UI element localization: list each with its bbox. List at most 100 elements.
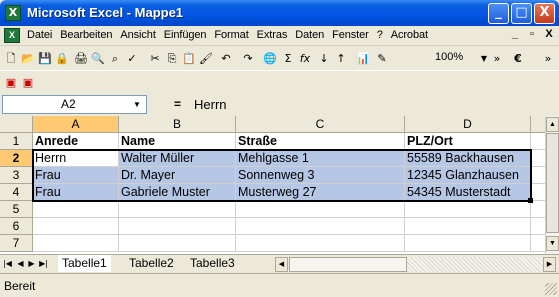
- menu-item-daten[interactable]: Daten: [291, 29, 328, 41]
- hyperlink-icon[interactable]: 🌐: [262, 51, 278, 67]
- cell-a3[interactable]: Frau: [33, 167, 119, 184]
- cell-e1[interactable]: [531, 133, 545, 150]
- vertical-scrollbar[interactable]: ▲ ▼: [545, 116, 559, 254]
- cell-c5[interactable]: [236, 201, 405, 218]
- menu-item-einfügen[interactable]: Einfügen: [160, 29, 211, 41]
- convert-and-email-icon[interactable]: ▣: [20, 75, 36, 91]
- format-painter-icon[interactable]: 🖌: [198, 51, 214, 67]
- cell-e6[interactable]: [531, 218, 545, 235]
- cell-b6[interactable]: [119, 218, 236, 235]
- cell-b4[interactable]: Gabriele Muster: [119, 184, 236, 201]
- doc-close-button[interactable]: X: [541, 28, 557, 43]
- cell-e3[interactable]: [531, 167, 545, 184]
- workbook-icon[interactable]: X: [4, 28, 20, 43]
- cell-a1[interactable]: Anrede: [33, 133, 119, 150]
- scroll-left-icon[interactable]: ◀: [275, 257, 288, 272]
- save-icon[interactable]: 💾: [37, 51, 53, 67]
- cut-icon[interactable]: ✂: [147, 51, 163, 67]
- row-header-7[interactable]: 7: [0, 235, 33, 252]
- name-box[interactable]: A2: [2, 95, 147, 114]
- menu-item-help[interactable]: ?: [373, 29, 387, 41]
- research-icon[interactable]: ⌕: [107, 51, 123, 67]
- cell-a7[interactable]: [33, 235, 119, 252]
- print-icon[interactable]: 🖨: [73, 51, 89, 67]
- menu-item-bearbeiten[interactable]: Bearbeiten: [56, 29, 116, 41]
- cell-b3[interactable]: Dr. Mayer: [119, 167, 236, 184]
- row-header-1[interactable]: 1: [0, 133, 33, 150]
- chevron-down-icon[interactable]: ▼: [130, 97, 144, 112]
- column-header-a[interactable]: A: [33, 116, 119, 133]
- toolbar-overflow-icon[interactable]: »: [540, 51, 556, 67]
- cell-e2[interactable]: [531, 150, 545, 167]
- menu-item-extras[interactable]: Extras: [253, 29, 292, 41]
- row-header-5[interactable]: 5: [0, 201, 33, 218]
- scroll-up-icon[interactable]: ▲: [546, 117, 559, 132]
- menu-item-ansicht[interactable]: Ansicht: [116, 29, 159, 41]
- cell-a5[interactable]: [33, 201, 119, 218]
- cell-d7[interactable]: [405, 235, 531, 252]
- new-icon[interactable]: 🗋: [3, 51, 19, 67]
- cell-c6[interactable]: [236, 218, 405, 235]
- sheet-tab-tabelle2[interactable]: Tabelle2: [125, 255, 178, 272]
- cell-c3[interactable]: Sonnenweg 3: [236, 167, 405, 184]
- maximize-button[interactable]: □: [511, 3, 532, 24]
- column-header-c[interactable]: C: [236, 116, 405, 133]
- cell-a2[interactable]: Herrn: [33, 150, 119, 167]
- scroll-down-icon[interactable]: ▼: [546, 236, 559, 251]
- row-header-3[interactable]: 3: [0, 167, 33, 184]
- doc-restore-button[interactable]: ▫: [524, 28, 540, 43]
- menu-item-fenster[interactable]: Fenster: [328, 29, 373, 41]
- cell-c1[interactable]: Straße: [236, 133, 405, 150]
- row-header-2[interactable]: 2: [0, 150, 33, 167]
- cell-c2[interactable]: Mehlgasse 1: [236, 150, 405, 167]
- sheet-tab-tabelle3[interactable]: Tabelle3: [186, 255, 239, 272]
- horizontal-scrollbar[interactable]: ◀ ▶: [275, 257, 557, 272]
- open-icon[interactable]: 📂: [20, 51, 36, 67]
- sheet-tab-tabelle1[interactable]: Tabelle1: [58, 255, 111, 272]
- cell-b1[interactable]: Name: [119, 133, 236, 150]
- function-icon[interactable]: fx: [297, 51, 313, 67]
- menu-item-format[interactable]: Format: [210, 29, 252, 41]
- column-header-b[interactable]: B: [119, 116, 236, 133]
- spelling-icon[interactable]: ✓: [124, 51, 140, 67]
- menu-item-datei[interactable]: Datei: [23, 29, 56, 41]
- print-preview-icon[interactable]: 🔍: [90, 51, 106, 67]
- minimize-button[interactable]: _: [488, 3, 509, 24]
- scroll-right-icon[interactable]: ▶: [543, 257, 556, 272]
- first-sheet-icon[interactable]: |◀: [2, 257, 13, 271]
- select-all-corner[interactable]: [0, 116, 33, 133]
- cell-c4[interactable]: Musterweg 27: [236, 184, 405, 201]
- cell-a4[interactable]: Frau: [33, 184, 119, 201]
- cell-d4[interactable]: 54345 Musterstadt: [405, 184, 531, 201]
- zoom-select[interactable]: 100%: [435, 51, 463, 63]
- cell-d1[interactable]: PLZ/Ort: [405, 133, 531, 150]
- autosum-icon[interactable]: Σ: [280, 51, 296, 67]
- copy-icon[interactable]: ⎘: [164, 51, 180, 67]
- cell-c7[interactable]: [236, 235, 405, 252]
- drawing-icon[interactable]: ✎: [374, 51, 390, 67]
- fill-handle[interactable]: [528, 198, 533, 203]
- close-button[interactable]: X: [534, 3, 555, 24]
- column-header-d[interactable]: D: [405, 116, 531, 133]
- cell-a6[interactable]: [33, 218, 119, 235]
- convert-to-pdf-icon[interactable]: ▣: [3, 75, 19, 91]
- resize-grip-icon[interactable]: [545, 283, 557, 295]
- chart-wizard-icon[interactable]: 📊: [355, 51, 371, 67]
- paste-icon[interactable]: 📋: [181, 51, 197, 67]
- redo-icon[interactable]: ↷: [240, 51, 256, 67]
- cell-e5[interactable]: [531, 201, 545, 218]
- cell-d2[interactable]: 55589 Backhausen: [405, 150, 531, 167]
- excel-app-icon[interactable]: X: [5, 5, 21, 21]
- toolbar-options-icon[interactable]: »: [489, 51, 505, 67]
- horizontal-scroll-thumb[interactable]: [289, 257, 407, 272]
- prev-sheet-icon[interactable]: ◀: [15, 257, 26, 271]
- formula-input[interactable]: Herrn: [194, 96, 557, 115]
- cell-d6[interactable]: [405, 218, 531, 235]
- worksheet-grid[interactable]: A B C D 1 Anrede Name Straße PLZ/Ort 2 Herrn Walter…: [0, 116, 545, 254]
- permission-icon[interactable]: 🔒: [54, 51, 70, 67]
- undo-icon[interactable]: ↶: [218, 51, 234, 67]
- cell-b7[interactable]: [119, 235, 236, 252]
- vertical-scroll-thumb[interactable]: [546, 133, 559, 233]
- last-sheet-icon[interactable]: ▶|: [38, 257, 49, 271]
- cell-b5[interactable]: [119, 201, 236, 218]
